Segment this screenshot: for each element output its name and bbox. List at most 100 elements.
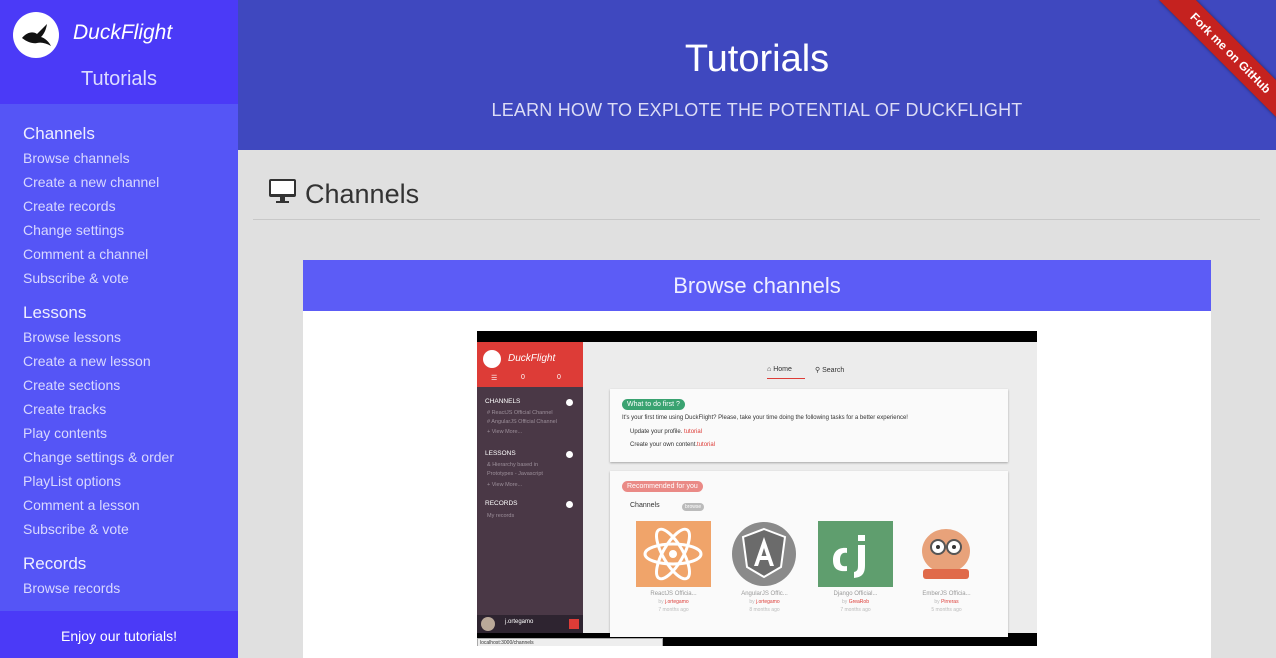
video-tile-author: GreaRob: [848, 599, 869, 605]
video-recommended-pill: Recommended for you: [622, 481, 703, 492]
angular-logo-icon: [727, 521, 802, 587]
nav-item-subscribe-vote[interactable]: Subscribe & vote: [23, 266, 238, 290]
video-avatar: [481, 617, 495, 631]
video-tile-name: AngularJS Offic...: [741, 591, 788, 597]
video-task-tag: tutorial: [697, 442, 716, 448]
video-frame: DuckFlight ☰ 0 0 CHANNELS # ReactJS Offi…: [477, 342, 1037, 646]
nav-section-title: Records: [23, 554, 87, 573]
nav-item-browse-records[interactable]: Browse records: [23, 576, 238, 600]
video-app-name: DuckFlight: [508, 353, 556, 364]
video-intro-text: It's your first time using DuckFlight? P…: [622, 415, 908, 421]
video-side-channels: CHANNELS: [485, 398, 521, 405]
video-channels-label: Channels: [630, 502, 660, 509]
nav-section-lessons: Lessons Browse lessons Create a new less…: [0, 301, 238, 541]
video-tile-author: j.ortegamo: [665, 599, 689, 605]
video-channel-tile: Django Official... by GreaRob 7 months a…: [818, 521, 893, 627]
video-app-sidebar: DuckFlight ☰ 0 0 CHANNELS # ReactJS Offi…: [477, 342, 583, 633]
nav-section-title: Channels: [23, 124, 95, 143]
video-task-2-label: Create your own content.: [630, 442, 698, 448]
video-nav-search: ⚲ Search: [815, 367, 845, 374]
nav-item-create-lesson[interactable]: Create a new lesson: [23, 349, 238, 373]
video-side-records: RECORDS: [485, 500, 518, 507]
page-header: Tutorials LEARN HOW TO EXPLOTE THE POTEN…: [238, 0, 1276, 150]
brand-header: DuckFlight Tutorials: [0, 0, 238, 104]
duck-logo-icon[interactable]: [13, 12, 59, 58]
video-side-lessons: LESSONS: [485, 450, 516, 457]
video-logout-icon: [569, 619, 579, 629]
video-tile-by-prefix: by: [658, 599, 664, 605]
video-nav-home-label: Home: [773, 366, 792, 373]
video-tile-meta: 5 months ago: [931, 607, 962, 613]
video-add-icon: [566, 451, 573, 458]
nav-item-create-tracks[interactable]: Create tracks: [23, 397, 238, 421]
page-subtitle: LEARN HOW TO EXPLOTE THE POTENTIAL OF DU…: [491, 100, 1023, 120]
video-side-item: + View More...: [487, 482, 523, 488]
brand-subtitle: Tutorials: [81, 68, 157, 90]
ember-logo-icon: [909, 521, 984, 587]
nav-item-subscribe-vote-lesson[interactable]: Subscribe & vote: [23, 517, 238, 541]
video-nav-search-label: Search: [822, 367, 845, 374]
nav-section-channels: Channels Browse channels Create a new ch…: [0, 122, 238, 290]
nav-item-comment-lesson[interactable]: Comment a lesson: [23, 493, 238, 517]
video-side-item: # AngularJS Official Channel: [487, 419, 557, 425]
video-badge-1: 0: [521, 374, 525, 381]
sidebar-footer: Enjoy our tutorials!: [0, 611, 238, 658]
nav-item-browse-channels[interactable]: Browse channels: [23, 146, 238, 170]
video-tile-name: Django Official...: [833, 591, 878, 597]
section-divider: [253, 219, 1260, 220]
video-tile-by: by GreaRob: [818, 599, 893, 605]
video-tile-meta: 7 months ago: [658, 607, 689, 613]
nav-item-create-sections[interactable]: Create sections: [23, 373, 238, 397]
video-status-url: localhost:3000/channels: [477, 638, 663, 646]
sidebar: DuckFlight Tutorials Channels Browse cha…: [0, 0, 238, 658]
nav-item-change-settings-order[interactable]: Change settings & order: [23, 445, 238, 469]
video-side-item: # ReactJS Official Channel: [487, 410, 553, 416]
nav-item-play-contents[interactable]: Play contents: [23, 421, 238, 445]
nav-section-title: Lessons: [23, 303, 87, 322]
nav-item-comment-channel[interactable]: Comment a channel: [23, 242, 238, 266]
django-logo-icon: [818, 521, 893, 587]
video-user-bar: j.ortegamo: [477, 615, 583, 633]
video-what-to-do-pill: What to do first ?: [622, 399, 685, 410]
video-what-to-do-box: What to do first ? It's your first time …: [610, 389, 1008, 462]
video-channel-tile: ReactJS Officia... by j.ortegamo 7 month…: [636, 521, 711, 627]
nav-item-playlist-options[interactable]: PlayList options: [23, 469, 238, 493]
video-tile-author: Pirreras: [941, 599, 959, 605]
nav-item-change-settings[interactable]: Change settings: [23, 218, 238, 242]
video-tile-by-prefix: by: [842, 599, 848, 605]
video-add-icon: [566, 399, 573, 406]
video-task-2: Create your own content.tutorial: [630, 442, 715, 448]
video-task-1-label: Update your profile.: [630, 429, 683, 435]
video-tile-meta: 8 months ago: [749, 607, 780, 613]
tutorial-video[interactable]: DuckFlight ☰ 0 0 CHANNELS # ReactJS Offi…: [477, 331, 1037, 646]
brand-name[interactable]: DuckFlight: [73, 21, 172, 45]
react-logo-icon: [636, 521, 711, 587]
page-title: Tutorials: [684, 38, 830, 80]
sidebar-nav: Channels Browse channels Create a new ch…: [0, 104, 238, 611]
video-tile-by: by j.ortegamo: [727, 599, 802, 605]
video-duck-logo-icon: [483, 350, 501, 368]
nav-item-create-records[interactable]: Create records: [23, 194, 238, 218]
video-username: j.ortegamo: [505, 619, 534, 625]
video-channel-tile: EmberJS Officia... by Pirreras 5 months …: [909, 521, 984, 627]
video-side-item: Prototypes - Javascript: [487, 471, 543, 477]
video-task-tag: tutorial: [684, 429, 703, 435]
nav-item-create-channel[interactable]: Create a new channel: [23, 170, 238, 194]
video-tile-meta: 7 months ago: [840, 607, 871, 613]
video-tile-name: EmberJS Officia...: [922, 591, 971, 597]
video-side-item: + View More...: [487, 429, 523, 435]
video-add-icon: [566, 501, 573, 508]
section-title: Channels: [305, 179, 420, 209]
card-title: Browse channels: [303, 260, 1211, 311]
video-tile-by-prefix: by: [749, 599, 755, 605]
monitor-icon: [268, 178, 297, 211]
video-recommended-box: Recommended for you Channels browse Reac…: [610, 471, 1008, 637]
section-heading: Channels: [268, 178, 419, 211]
video-side-item: & Hierarchy based in: [487, 462, 539, 468]
video-browse-badge: browse: [682, 503, 705, 511]
video-channel-tile: AngularJS Offic... by j.ortegamo 8 month…: [727, 521, 802, 627]
tutorial-card: Browse channels DuckFlight ☰ 0 0 CHANNEL…: [303, 260, 1211, 658]
nav-item-browse-lessons[interactable]: Browse lessons: [23, 325, 238, 349]
video-tile-by: by j.ortegamo: [636, 599, 711, 605]
video-badge-2: 0: [557, 374, 561, 381]
